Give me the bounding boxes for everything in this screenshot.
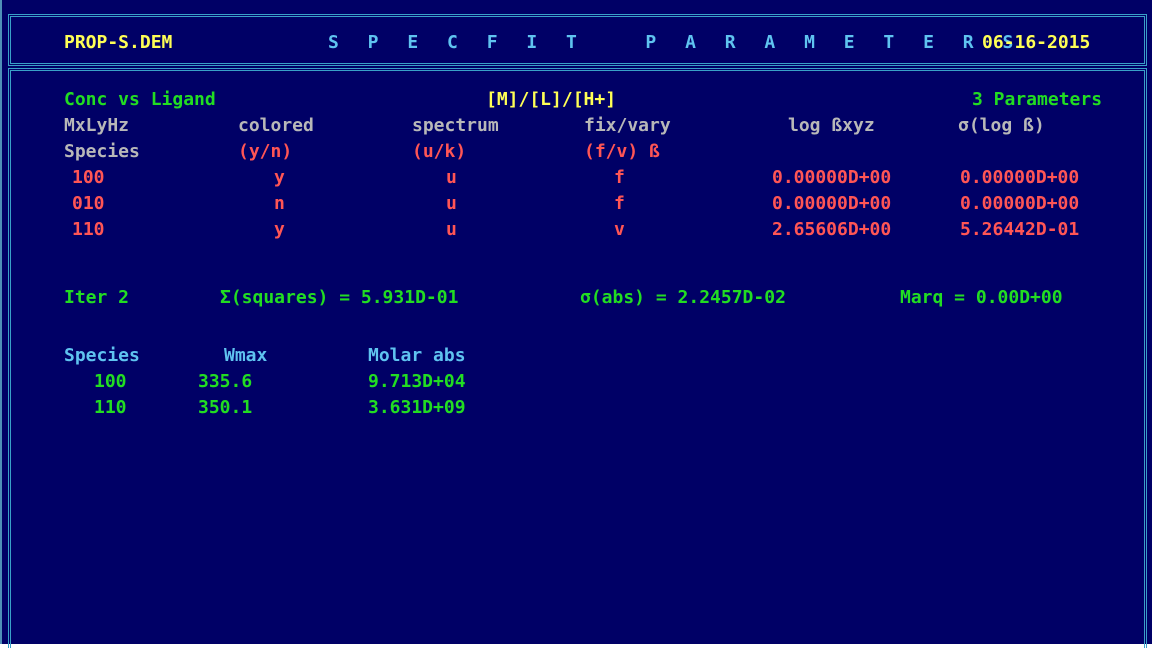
filename-label: PROP-S.DEM <box>64 32 173 53</box>
iteration-label: Iter 2 <box>64 287 130 308</box>
spectrum-cell[interactable]: u <box>446 217 457 243</box>
marquardt-value: Marq = 0.00D+00 <box>900 287 1063 308</box>
col-hint-fixvary: (f/v) ß <box>584 141 660 162</box>
abs-species-cell: 110 <box>94 397 127 418</box>
mode-label: Conc vs Ligand <box>64 89 216 110</box>
abs-wmax-cell: 350.1 <box>198 397 253 418</box>
abs-header-molar-abs: Molar abs <box>368 345 466 366</box>
sigma-log-beta-cell: 0.00000D+00 <box>960 193 1080 214</box>
species-id-cell[interactable]: 010 <box>72 191 105 217</box>
fixvary-cell[interactable]: f <box>614 165 625 191</box>
fixvary-cell[interactable]: v <box>614 217 625 243</box>
sigma-log-beta-cell: 5.26442D-01 <box>960 219 1080 240</box>
abs-molar-cell: 9.713D+04 <box>368 371 466 392</box>
species-id-cell[interactable]: 110 <box>72 217 105 243</box>
abs-header-species: Species <box>64 345 140 366</box>
log-beta-cell[interactable]: 0.00000D+00 <box>772 165 891 191</box>
spectrum-cell[interactable]: u <box>446 191 457 217</box>
colored-cell[interactable]: n <box>274 191 285 217</box>
col-hint-colored: (y/n) <box>238 141 293 162</box>
sigma-log-beta-cell: 0.00000D+00 <box>960 167 1080 188</box>
col-hint-spectrum: (u/k) <box>412 141 467 162</box>
colored-cell[interactable]: y <box>274 217 285 243</box>
abs-molar-cell: 3.631D+09 <box>368 397 466 418</box>
col-header-spectrum: spectrum <box>412 115 499 136</box>
col-header-mxlyhz: MxLyHz <box>64 115 130 136</box>
log-beta-cell[interactable]: 2.65606D+00 <box>772 217 891 243</box>
date-label: 06-16-2015 <box>982 32 1091 53</box>
col-header-species: Species <box>64 141 140 162</box>
fixvary-cell[interactable]: f <box>614 191 625 217</box>
specfit-screen: PROP-S.DEM S P E C F I T P A R A M E T E… <box>0 0 1152 648</box>
abs-wmax-cell: 335.6 <box>198 371 253 392</box>
spectrum-cell[interactable]: u <box>446 165 457 191</box>
colored-cell[interactable]: y <box>274 165 285 191</box>
parameter-count: 3 Parameters <box>972 89 1103 110</box>
sigma-abs-value: σ(abs) = 2.2457D-02 <box>580 287 786 308</box>
abs-header-wmax: Wmax <box>224 345 268 366</box>
sum-squares-value: Σ(squares) = 5.931D-01 <box>220 287 459 308</box>
col-header-colored: colored <box>238 115 314 136</box>
species-id-cell[interactable]: 100 <box>72 165 105 191</box>
screen-title: S P E C F I T P A R A M E T E R S <box>328 32 1023 53</box>
col-header-sigma-log-beta: σ(log ß) <box>958 115 1045 136</box>
concentrations-label: [M]/[L]/[H+] <box>486 89 617 110</box>
main-panel-frame <box>8 68 1147 648</box>
abs-species-cell: 100 <box>94 371 127 392</box>
log-beta-cell[interactable]: 0.00000D+00 <box>772 191 891 217</box>
col-header-log-beta: log ßxyz <box>788 115 875 136</box>
col-header-fixvary: fix/vary <box>584 115 671 136</box>
